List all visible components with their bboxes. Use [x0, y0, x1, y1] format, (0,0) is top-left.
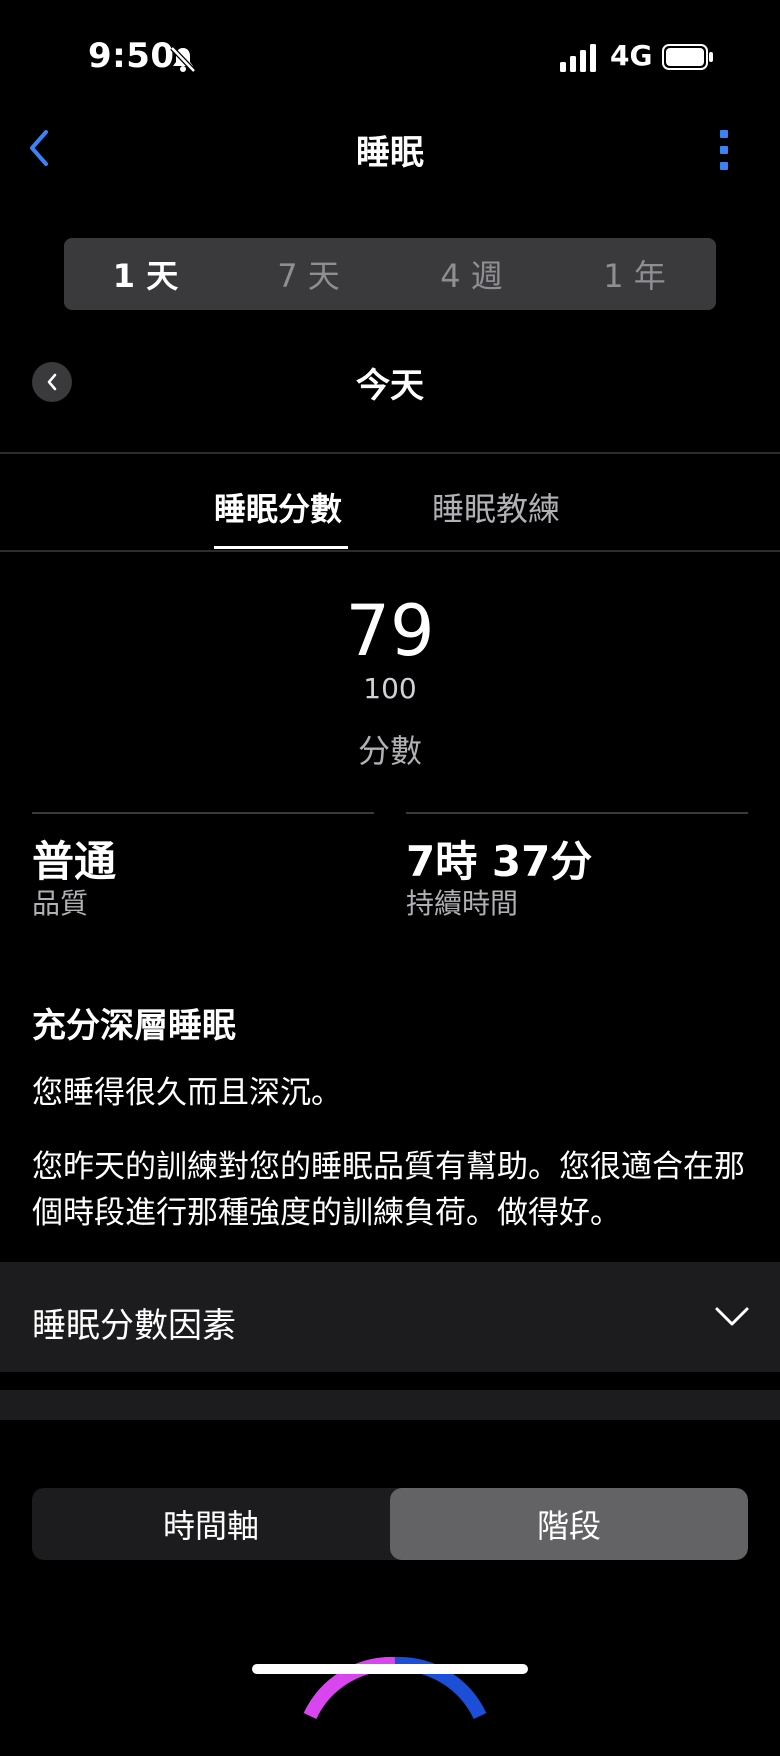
duration-value: 7時 37分 — [406, 837, 593, 886]
active-tab-indicator — [214, 546, 348, 549]
divider — [0, 550, 780, 552]
range-1-day[interactable]: 1 天 — [64, 238, 227, 310]
chevron-down-icon[interactable] — [714, 1305, 750, 1329]
sleep-score-factors-label: 睡眠分數因素 — [32, 1306, 236, 1346]
home-indicator — [252, 1664, 528, 1674]
sleep-score-label: 分數 — [357, 732, 422, 770]
status-time: 9:50 — [88, 36, 175, 76]
view-stages-button[interactable]: 階段 — [390, 1488, 748, 1560]
insight-paragraph: 您昨天的訓練對您的睡眠品質有幫助。您很適合在那個時段進行那種強度的訓練負荷。做得… — [32, 1149, 745, 1231]
quality-value: 普通 — [32, 837, 117, 886]
duration-label: 持續時間 — [406, 887, 519, 920]
view-toggle: 時間軸 階段 — [32, 1488, 748, 1560]
sleep-score-value: 79 — [345, 590, 435, 672]
insight-title: 充分深層睡眠 — [32, 1006, 236, 1046]
insight-paragraph: 您睡得很久而且深沉。 — [32, 1075, 342, 1111]
page-title: 睡眠 — [356, 133, 424, 173]
tab-sleep-score[interactable]: 睡眠分數 — [214, 484, 342, 530]
sleep-score-max: 100 — [363, 672, 417, 705]
stat-divider — [32, 812, 374, 814]
section-band — [0, 1390, 780, 1420]
range-1-year[interactable]: 1 年 — [553, 238, 716, 310]
battery-icon — [662, 44, 713, 70]
view-timeline-button[interactable]: 時間軸 — [32, 1488, 390, 1560]
tab-sleep-coach[interactable]: 睡眠教練 — [432, 484, 560, 530]
stat-divider — [406, 812, 748, 814]
date-label: 今天 — [356, 366, 424, 406]
range-4-weeks[interactable]: 4 週 — [390, 238, 553, 310]
quality-label: 品質 — [32, 887, 89, 920]
bell-muted-icon — [170, 46, 196, 73]
cellular-signal-icon — [560, 44, 596, 72]
range-7-days[interactable]: 7 天 — [227, 238, 390, 310]
range-segmented-control: 1 天 7 天 4 週 1 年 — [64, 238, 716, 310]
divider — [0, 452, 780, 454]
network-type: 4G — [610, 39, 653, 72]
more-options-icon[interactable] — [718, 130, 730, 170]
